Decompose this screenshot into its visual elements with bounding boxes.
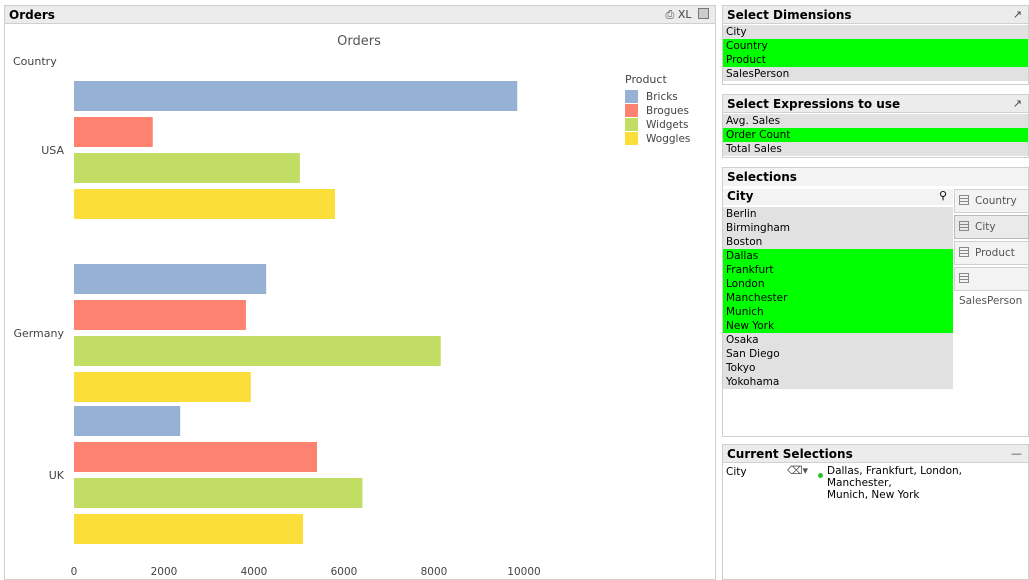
tab-country[interactable]: Country <box>954 189 1029 213</box>
category-label[interactable]: USA <box>41 144 64 157</box>
listbox-icon <box>959 247 969 257</box>
bar-usa-bricks[interactable] <box>74 81 518 111</box>
x-tick-label: 4000 <box>241 566 268 578</box>
x-tick-label: 2000 <box>151 566 178 578</box>
listbox-icon <box>959 195 969 205</box>
select-dimensions-caption[interactable]: Select Dimensions ↗ <box>723 6 1028 24</box>
tab-salesperson[interactable]: SalesPerson <box>954 267 1029 307</box>
expression-item[interactable]: Order Count <box>723 128 1028 142</box>
legend-label: Woggles <box>646 133 690 145</box>
city-item[interactable]: Manchester <box>723 291 953 305</box>
chart-title: Orders <box>337 34 381 49</box>
selections-caption[interactable]: Selections <box>723 168 1028 186</box>
legend-title: Product <box>625 73 667 86</box>
x-tick-label: 8000 <box>421 566 448 578</box>
bar-germany-woggles[interactable] <box>74 372 251 402</box>
bar-uk-widgets[interactable] <box>74 478 363 508</box>
bar-germany-bricks[interactable] <box>74 264 267 294</box>
listbox-icon <box>959 273 969 283</box>
city-item[interactable]: Berlin <box>723 207 953 221</box>
dimension-item[interactable]: City <box>723 25 1028 39</box>
bar-germany-widgets[interactable] <box>74 336 441 366</box>
minimize-icon[interactable]: — <box>1011 445 1022 463</box>
legend-swatch <box>625 104 638 117</box>
city-listbox: Berlin Birmingham Boston Dallas Frankfurt Lon… <box>723 207 953 389</box>
orders-caption-title: Orders <box>9 8 55 22</box>
tab-label: Product <box>975 247 1015 259</box>
dimension-item[interactable]: Country <box>723 39 1028 53</box>
tab-city[interactable]: City <box>954 215 1029 239</box>
expressions-listbox: Avg. Sales Order Count Total Sales <box>723 114 1028 156</box>
legend-swatch <box>625 132 638 145</box>
x-tick-label: 0 <box>71 566 78 578</box>
city-item[interactable]: Boston <box>723 235 953 249</box>
select-expressions-panel: Select Expressions to use ↗ Avg. Sales Or… <box>722 94 1029 158</box>
orders-chart-panel: Orders ⎙ XL Orders Country USA Germany UK … <box>4 5 716 580</box>
select-expressions-caption[interactable]: Select Expressions to use ↗ <box>723 95 1028 113</box>
city-item[interactable]: Tokyo <box>723 361 953 375</box>
city-item[interactable]: Frankfurt <box>723 263 953 277</box>
category-label[interactable]: Germany <box>13 327 64 340</box>
tab-label: Country <box>975 195 1017 207</box>
tab-label: City <box>975 221 996 233</box>
current-selections-title: Current Selections <box>727 447 853 461</box>
current-selection-values-line2: Munich, New York <box>827 489 920 501</box>
select-dimensions-title: Select Dimensions <box>727 8 852 22</box>
city-listbox-header[interactable]: City ⚲ <box>723 189 953 205</box>
bar-uk-brogues[interactable] <box>74 442 317 472</box>
dimension-label: Country <box>13 55 57 68</box>
listbox-icon <box>959 221 969 231</box>
dimension-item[interactable]: Product <box>723 53 1028 67</box>
tab-product[interactable]: Product <box>954 241 1029 265</box>
current-selection-field: City <box>726 466 747 478</box>
current-selections-caption[interactable]: Current Selections — <box>723 445 1028 463</box>
city-listbox-title: City <box>727 189 754 203</box>
x-tick-label: 6000 <box>331 566 358 578</box>
collapse-icon[interactable]: ↗ <box>1013 6 1022 24</box>
caption-controls[interactable]: ⎙ XL <box>666 6 709 24</box>
selection-state-dot-icon <box>818 473 823 478</box>
search-icon[interactable]: ⚲ <box>939 189 947 202</box>
bar-germany-brogues[interactable] <box>74 300 246 330</box>
select-dimensions-panel: Select Dimensions ↗ City Country Product Sa… <box>722 5 1029 85</box>
city-item[interactable]: London <box>723 277 953 291</box>
legend-swatch <box>625 90 638 103</box>
dimension-item[interactable]: SalesPerson <box>723 67 1028 81</box>
orders-caption[interactable]: Orders ⎙ XL <box>5 6 715 24</box>
bar-usa-woggles[interactable] <box>74 189 335 219</box>
city-item[interactable]: Birmingham <box>723 221 953 235</box>
city-item[interactable]: Osaka <box>723 333 953 347</box>
legend-label: Bricks <box>646 91 678 103</box>
expression-item[interactable]: Avg. Sales <box>723 114 1028 128</box>
category-label[interactable]: UK <box>49 469 65 482</box>
bar-uk-woggles[interactable] <box>74 514 304 544</box>
collapse-icon[interactable]: ↗ <box>1013 95 1022 113</box>
city-item[interactable]: Munich <box>723 305 953 319</box>
bar-usa-brogues[interactable] <box>74 117 153 147</box>
legend-label: Brogues <box>646 105 689 117</box>
x-tick-label: 10000 <box>507 566 540 578</box>
city-item[interactable]: San Diego <box>723 347 953 361</box>
orders-bar-chart: Orders Country USA Germany UK 0 2000 4000 600… <box>13 34 690 578</box>
bar-uk-bricks[interactable] <box>74 406 181 436</box>
dimensions-listbox: City Country Product SalesPerson <box>723 25 1028 81</box>
legend-label: Widgets <box>646 119 688 131</box>
current-selection-values: Dallas, Frankfurt, London, Manchester, M… <box>827 465 1028 501</box>
minimize-icon[interactable] <box>698 8 709 19</box>
tab-label: SalesPerson <box>959 295 1023 307</box>
print-xl-icons[interactable]: ⎙ XL <box>666 8 692 21</box>
current-selection-values-line1: Dallas, Frankfurt, London, Manchester, <box>827 465 962 489</box>
legend-swatch <box>625 118 638 131</box>
city-item[interactable]: New York <box>723 319 953 333</box>
eraser-icon[interactable]: ⌫▾ <box>787 464 808 477</box>
select-expressions-title: Select Expressions to use <box>727 97 901 111</box>
selections-title: Selections <box>727 170 797 184</box>
bar-usa-widgets[interactable] <box>74 153 300 183</box>
city-item[interactable]: Yokohama <box>723 375 953 389</box>
expression-item[interactable]: Total Sales <box>723 142 1028 156</box>
current-selections-panel: Current Selections — City ⌫▾ Dallas, Fra… <box>722 444 1029 580</box>
city-item[interactable]: Dallas <box>723 249 953 263</box>
